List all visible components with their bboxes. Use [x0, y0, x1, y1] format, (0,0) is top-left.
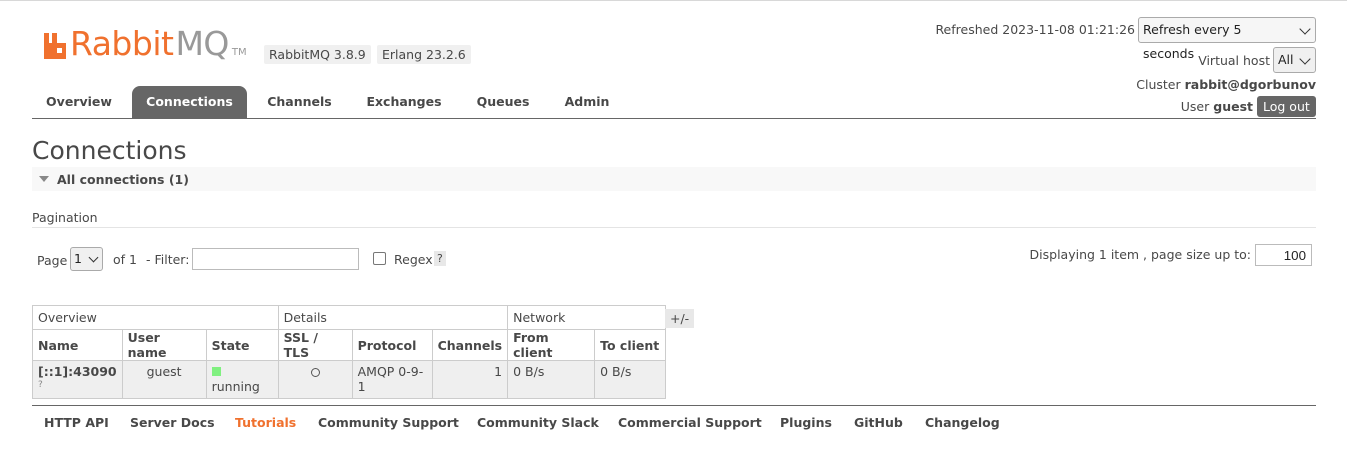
tab-exchanges[interactable]: Exchanges [354, 86, 454, 118]
page-title: Connections [32, 136, 187, 165]
to-client-cell: 0 B/s [594, 360, 667, 399]
regex-checkbox[interactable] [373, 252, 386, 265]
group-header-overview: Overview [32, 305, 279, 330]
triangle-down-icon [39, 176, 49, 182]
footer-link-community-slack[interactable]: Community Slack [477, 415, 599, 430]
regex-help-icon[interactable]: ? [434, 251, 446, 266]
channels-cell: 1 [431, 360, 509, 399]
footer-link-tutorials[interactable]: Tutorials [235, 415, 296, 430]
toggle-columns-button[interactable]: +/- [665, 309, 695, 328]
protocol-cell: AMQP 0-9-1 [351, 360, 433, 399]
logo-text-rabbit: Rabbit [70, 24, 174, 63]
footer-link-http-api[interactable]: HTTP API [44, 415, 109, 430]
section-label: All connections (1) [57, 172, 189, 187]
group-header-details: Details [277, 305, 509, 330]
tab-channels[interactable]: Channels [254, 86, 345, 118]
regex-label: Regex [394, 252, 433, 267]
column-header-to-client[interactable]: To client [594, 329, 667, 361]
ssl-off-icon [310, 368, 320, 377]
connection-name-link[interactable]: [::1]:43090 [38, 364, 117, 379]
footer-link-community-support[interactable]: Community Support [318, 415, 459, 430]
column-header-channels[interactable]: Channels [431, 329, 509, 361]
page-select-value: 1 [74, 251, 82, 266]
virtual-host-select[interactable]: All [1273, 47, 1316, 73]
virtual-host-label: Virtual host [1198, 53, 1270, 68]
from-client-cell: 0 B/s [507, 360, 596, 399]
page-count-label: of 1 [113, 252, 137, 267]
pagination-label: Pagination [32, 210, 98, 225]
logo-text-mq: MQ [175, 24, 229, 63]
rabbitmq-logo[interactable]: Rabbit MQ TM [42, 27, 247, 61]
displaying-count: Displaying 1 item , page size up to: [1029, 247, 1251, 262]
column-header-from-client[interactable]: From client [507, 329, 596, 361]
running-status-icon [211, 367, 221, 376]
column-header-protocol[interactable]: Protocol [351, 329, 433, 361]
footer-link-server-docs[interactable]: Server Docs [130, 415, 215, 430]
tab-queues[interactable]: Queues [462, 86, 544, 118]
chevron-down-icon [1299, 53, 1311, 65]
footer-link-commercial-support[interactable]: Commercial Support [618, 415, 762, 430]
footer-link-plugins[interactable]: Plugins [780, 415, 832, 430]
virtual-host-value: All [1278, 52, 1294, 67]
column-header-state[interactable]: State [205, 329, 279, 361]
page-select[interactable]: 1 [70, 247, 103, 271]
page-label: Page [37, 253, 68, 268]
user-name-cell: guest [121, 360, 207, 399]
chevron-down-icon [88, 252, 99, 263]
state-text: running [211, 379, 260, 394]
refreshed-timestamp: Refreshed 2023-11-08 01:21:26 [935, 22, 1135, 37]
ssl-tls-cell [277, 360, 353, 399]
tab-connections[interactable]: Connections [132, 86, 247, 118]
column-header-name[interactable]: Name [32, 329, 123, 361]
state-cell: running [205, 360, 279, 399]
filter-input[interactable] [192, 248, 359, 270]
tab-overview[interactable]: Overview [32, 86, 126, 118]
chevron-down-icon [1299, 23, 1311, 35]
tab-admin[interactable]: Admin [552, 86, 622, 118]
erlang-version-badge: Erlang 23.2.6 [377, 45, 471, 64]
footer: HTTP API Server Docs Tutorials Community… [32, 405, 1316, 445]
table-row: [::1]:43090 ? guest running AMQP 0-9-1 1… [32, 360, 667, 399]
logo-trademark: TM [231, 47, 247, 58]
column-header-user-name[interactable]: User name [121, 329, 207, 361]
filter-label: - Filter: [146, 252, 190, 267]
group-header-network: Network [507, 305, 667, 330]
rabbitmq-logo-icon [44, 33, 66, 59]
refresh-interval-select[interactable]: Refresh every 5 seconds [1138, 17, 1316, 61]
page-size-input[interactable] [1255, 244, 1312, 266]
footer-link-github[interactable]: GitHub [854, 415, 903, 430]
connection-name-cell: [::1]:43090 ? [32, 360, 123, 399]
main-nav: Overview Connections Channels Exchanges … [32, 86, 1316, 119]
rabbitmq-version-badge: RabbitMQ 3.8.9 [264, 45, 371, 64]
divider [32, 227, 1316, 228]
footer-link-changelog[interactable]: Changelog [925, 415, 1000, 430]
all-connections-section-toggle[interactable]: All connections (1) [32, 167, 1316, 191]
column-header-ssl-tls[interactable]: SSL / TLS [277, 329, 353, 361]
connections-table: Overview Details Network Name User name … [32, 305, 667, 399]
connection-name-help: ? [38, 380, 43, 390]
